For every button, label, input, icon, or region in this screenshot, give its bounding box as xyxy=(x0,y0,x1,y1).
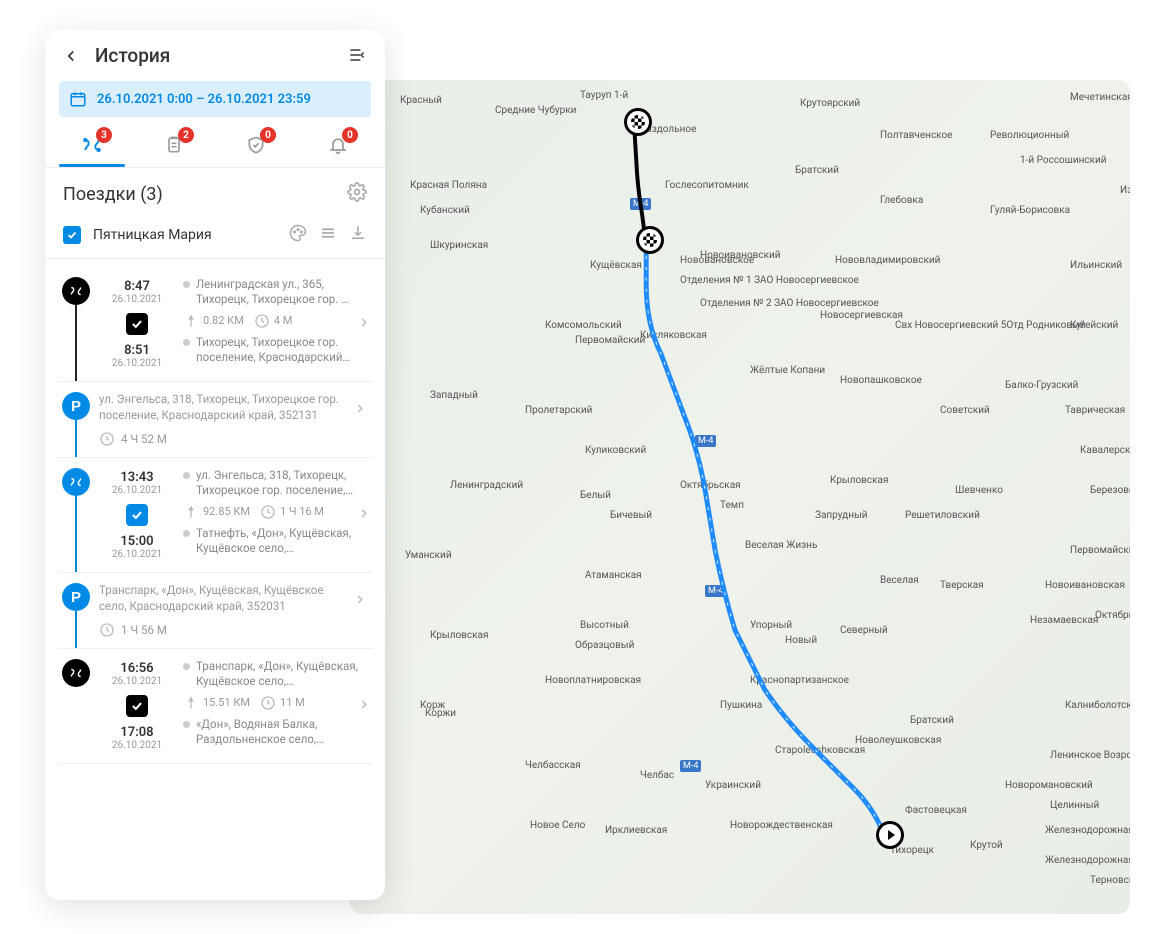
parking-duration: 4 Ч 52 М xyxy=(121,432,167,446)
trip-icon xyxy=(62,468,90,496)
clock-icon xyxy=(254,313,270,329)
tasks-badge: 0 xyxy=(260,127,276,143)
trip-duration: 11 М xyxy=(280,696,305,709)
trips-badge: 3 xyxy=(96,127,112,143)
route-marker-start[interactable] xyxy=(876,821,904,849)
palette-button[interactable] xyxy=(289,224,307,246)
to-address: Тихорецк, Тихорецкое гор. поселение, Кра… xyxy=(196,335,373,365)
clock-icon xyxy=(260,695,276,711)
timeline-list[interactable]: 8:4726.10.2021 8:5126.10.2021 Ленинградс… xyxy=(45,259,385,900)
trip-icon xyxy=(62,659,90,687)
list-button[interactable] xyxy=(319,224,337,246)
calendar-icon xyxy=(69,90,87,108)
tab-tasks[interactable]: 0 xyxy=(215,125,297,167)
arrow-icon xyxy=(183,313,199,329)
end-time: 8:51 xyxy=(112,343,162,358)
trip-item[interactable]: 13:4326.10.2021 15:0026.10.2021 ул. Энге… xyxy=(57,458,373,573)
parking-icon: P xyxy=(62,583,90,611)
trip-duration: 1 Ч 16 М xyxy=(280,505,324,518)
end-date: 26.10.2021 xyxy=(112,549,162,560)
tab-reports[interactable]: 2 xyxy=(133,125,215,167)
parking-address: ул. Энгельса, 318, Тихорецк, Тихорецкое … xyxy=(99,392,373,423)
reports-badge: 2 xyxy=(178,127,194,143)
start-time: 16:56 xyxy=(112,661,162,676)
chevron-right-icon xyxy=(353,401,367,420)
route-marker-end-2[interactable] xyxy=(636,226,664,254)
start-date: 26.10.2021 xyxy=(112,485,162,496)
start-date: 26.10.2021 xyxy=(112,294,162,305)
trip-distance: 15.51 КМ xyxy=(203,696,250,709)
parking-item[interactable]: P ул. Энгельса, 318, Тихорецк, Тихорецко… xyxy=(57,382,373,458)
clock-icon xyxy=(99,622,115,638)
to-address: «Дон», Водяная Балка, Раздольненское сел… xyxy=(196,717,373,747)
alerts-badge: 0 xyxy=(342,127,358,143)
object-row: Пятницкая Мария xyxy=(45,218,385,259)
arrow-icon xyxy=(183,504,199,520)
route-marker-end-1[interactable] xyxy=(624,108,652,136)
trip-checkbox[interactable] xyxy=(126,504,148,526)
end-time: 17:08 xyxy=(112,725,162,740)
start-time: 13:43 xyxy=(112,470,162,485)
trip-distance: 0.82 КМ xyxy=(203,314,244,327)
from-address: Транспарк, «Дон», Кущёвская, Кущёвское с… xyxy=(196,659,373,689)
clock-icon xyxy=(99,431,115,447)
start-date: 26.10.2021 xyxy=(112,676,162,687)
end-date: 26.10.2021 xyxy=(112,740,162,751)
to-address: Татнефть, «Дон», Кущёвская, Кущёвское се… xyxy=(196,526,373,556)
parking-address: Транспарк, «Дон», Кущёвская, Кущёвское с… xyxy=(99,583,373,614)
end-time: 15:00 xyxy=(112,534,162,549)
collapse-panel-button[interactable] xyxy=(347,45,369,67)
parking-duration: 1 Ч 56 М xyxy=(121,623,167,637)
parking-icon: P xyxy=(62,392,90,420)
trip-duration: 4 М xyxy=(274,314,293,327)
start-time: 8:47 xyxy=(112,279,162,294)
chevron-right-icon xyxy=(357,316,371,333)
from-address: Ленинградская ул., 365, Тихорецк, Тихоре… xyxy=(196,277,373,307)
end-date: 26.10.2021 xyxy=(112,358,162,369)
object-name: Пятницкая Мария xyxy=(93,227,277,243)
back-button[interactable] xyxy=(61,46,81,66)
trip-item[interactable]: 16:5626.10.2021 17:0826.10.2021 Транспар… xyxy=(57,649,373,764)
download-button[interactable] xyxy=(349,224,367,246)
map-viewport[interactable]: КрасныйСредние ЧубуркиТауруп 1-йРаздольн… xyxy=(350,80,1130,914)
trip-checkbox[interactable] xyxy=(126,313,148,335)
page-title: История xyxy=(95,44,333,67)
trip-distance: 92.85 КМ xyxy=(203,505,250,518)
trip-checkbox[interactable] xyxy=(126,695,148,717)
chevron-right-icon xyxy=(357,507,371,524)
date-range-picker[interactable]: 26.10.2021 0:00 – 26.10.2021 23:59 xyxy=(59,81,371,117)
chevron-right-icon xyxy=(357,698,371,715)
history-panel: История 26.10.2021 0:00 – 26.10.2021 23:… xyxy=(45,30,385,900)
chevron-right-icon xyxy=(353,592,367,611)
section-title: Поездки (3) xyxy=(63,184,347,205)
tab-bar: 3 2 0 0 xyxy=(45,125,385,168)
clock-icon xyxy=(260,504,276,520)
from-address: ул. Энгельса, 318, Тихорецк, Тихорецкое … xyxy=(196,468,373,498)
settings-button[interactable] xyxy=(347,182,367,206)
trip-icon xyxy=(62,277,90,305)
object-checkbox[interactable] xyxy=(63,226,81,244)
tab-alerts[interactable]: 0 xyxy=(297,125,379,167)
arrow-icon xyxy=(183,695,199,711)
tab-trips[interactable]: 3 xyxy=(51,125,133,167)
route-line xyxy=(350,80,1130,914)
parking-item[interactable]: P Транспарк, «Дон», Кущёвская, Кущёвское… xyxy=(57,573,373,649)
trip-item[interactable]: 8:4726.10.2021 8:5126.10.2021 Ленинградс… xyxy=(57,267,373,382)
date-range-text: 26.10.2021 0:00 – 26.10.2021 23:59 xyxy=(97,92,311,107)
